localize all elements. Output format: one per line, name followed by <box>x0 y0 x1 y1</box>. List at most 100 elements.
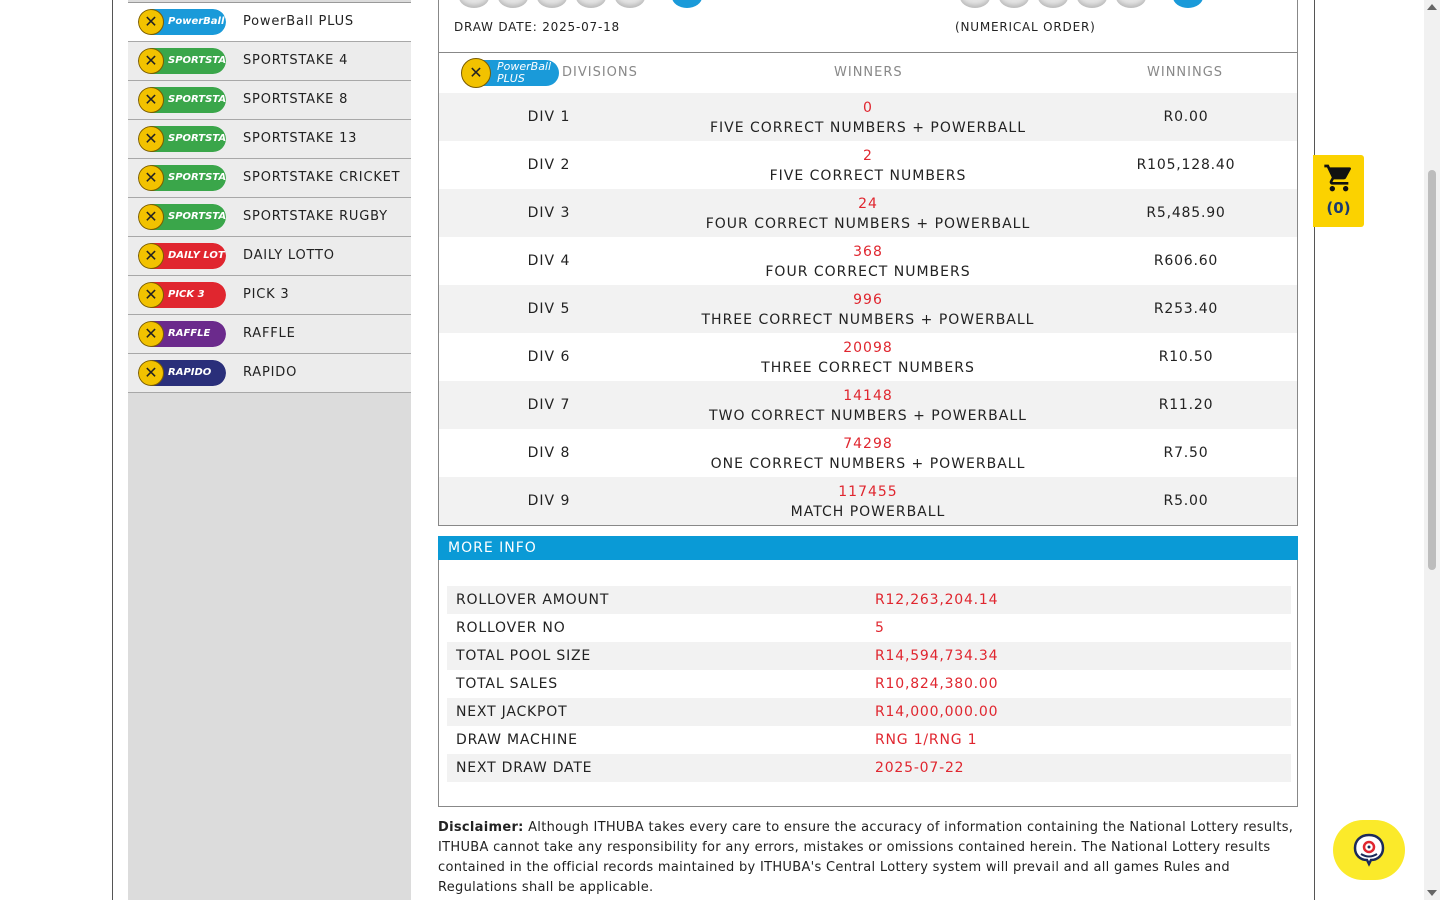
sorted-ball <box>1116 0 1146 8</box>
winner-count: 996 <box>853 292 883 308</box>
lottery-ball-icon: ✕ <box>138 165 164 191</box>
division-description: FOUR CORRECT NUMBERS + POWERBALL <box>705 216 1031 232</box>
sorted-ball <box>1038 0 1068 8</box>
division-winners: 368 FOUR CORRECT NUMBERS <box>668 242 1068 282</box>
division-winnings: R5.00 <box>1163 493 1209 509</box>
division-name: DIV 2 <box>527 157 571 173</box>
drawn-ball <box>537 0 567 8</box>
winner-count: 24 <box>858 196 878 212</box>
sidebar-item-game[interactable]: RAFFLE ✕ RAFFLE <box>128 315 411 354</box>
scroll-down-arrow-icon[interactable] <box>1427 890 1437 896</box>
page-scrollbar[interactable] <box>1424 0 1440 900</box>
lottery-ball-icon: ✕ <box>138 87 164 113</box>
division-name: DIV 8 <box>527 445 571 461</box>
cart-count: (0) <box>1326 199 1351 217</box>
info-value: 2025-07-22 <box>875 760 965 776</box>
winner-count: 0 <box>863 100 873 116</box>
game-logo: RAPIDO ✕ <box>138 360 226 386</box>
divisions-column-header: DIVISIONS <box>562 65 638 80</box>
division-description: FOUR CORRECT NUMBERS <box>765 264 971 280</box>
winner-count: 74298 <box>843 436 893 452</box>
sorted-ball <box>960 0 990 8</box>
sidebar-item-game[interactable]: RAPIDO ✕ RAPIDO <box>128 354 411 393</box>
game-logo: RAFFLE ✕ <box>138 321 226 347</box>
info-row: TOTAL SALES R10,824,380.00 <box>447 670 1291 698</box>
winner-count: 368 <box>853 244 883 260</box>
lottery-ball-icon: ✕ <box>138 9 164 35</box>
sidebar-item-label: SPORTSTAKE CRICKET <box>243 170 401 185</box>
division-winnings: R606.60 <box>1153 253 1219 269</box>
cart-button[interactable]: (0) <box>1313 155 1364 227</box>
drawn-ball <box>498 0 528 8</box>
division-winnings: R0.00 <box>1163 109 1209 125</box>
sidebar-item-label: SPORTSTAKE 8 <box>243 92 349 107</box>
divisions-header: PowerBall PLUS ✕ DIVISIONS WINNERS WINNIN… <box>439 53 1297 93</box>
winnings-column-header: WINNINGS <box>1147 65 1224 80</box>
info-value: R10,824,380.00 <box>875 676 999 692</box>
divisions-table: PowerBall PLUS ✕ DIVISIONS WINNERS WINNIN… <box>438 53 1298 526</box>
division-description: FIVE CORRECT NUMBERS + POWERBALL <box>709 120 1027 136</box>
lottery-ball-icon: ✕ <box>138 204 164 230</box>
numerical-order-label: (NUMERICAL ORDER) <box>955 20 1096 34</box>
division-winners: 117455 MATCH POWERBALL <box>668 482 1068 522</box>
scroll-up-arrow-icon[interactable] <box>1427 4 1437 10</box>
sidebar-item-label: DAILY LOTTO <box>243 248 335 263</box>
lottery-ball-icon: ✕ <box>138 126 164 152</box>
division-description: ONE CORRECT NUMBERS + POWERBALL <box>710 456 1026 472</box>
table-row: DIV 6 20098 THREE CORRECT NUMBERS R10.50 <box>439 333 1297 381</box>
division-name: DIV 6 <box>527 349 571 365</box>
division-description: TWO CORRECT NUMBERS + POWERBALL <box>709 408 1027 424</box>
sidebar-item-label: PICK 3 <box>243 287 290 302</box>
disclaimer: Disclaimer: Although ITHUBA takes every … <box>438 818 1300 898</box>
chat-button[interactable] <box>1333 820 1405 880</box>
sidebar-item-game[interactable]: SPORTSTAKE CRICKET✕ SPORTSTAKE CRICKET <box>128 159 411 198</box>
division-winnings: R10.50 <box>1158 349 1214 365</box>
powerball-plus-logo: PowerBall PLUS ✕ <box>461 58 559 88</box>
game-logo: PowerBall PLUS✕ <box>138 9 226 35</box>
disclaimer-label: Disclaimer: <box>438 820 524 835</box>
division-name: DIV 1 <box>527 109 571 125</box>
sidebar-item-game[interactable]: DAILY LOTTO✕ DAILY LOTTO <box>128 237 411 276</box>
game-logo: SPORTSTAKE 8✕ <box>138 87 226 113</box>
draw-date: DRAW DATE: 2025-07-18 <box>454 20 620 34</box>
game-sidebar: PowerBall PLUS✕ PowerBall PLUS SPORTSTAKE … <box>128 0 411 900</box>
sidebar-item-game[interactable]: SPORTSTAKE 8✕ SPORTSTAKE 8 <box>128 81 411 120</box>
game-logo: SPORTSTAKE 13✕ <box>138 126 226 152</box>
table-row: DIV 9 117455 MATCH POWERBALL R5.00 <box>439 477 1297 525</box>
sidebar-item-game[interactable]: SPORTSTAKE 4✕ SPORTSTAKE 4 <box>128 42 411 81</box>
division-winners: 20098 THREE CORRECT NUMBERS <box>668 338 1068 378</box>
drawn-ball <box>576 0 606 8</box>
info-label: TOTAL POOL SIZE <box>456 648 592 664</box>
sorted-ball <box>999 0 1029 8</box>
info-row: DRAW MACHINE RNG 1/RNG 1 <box>447 726 1291 754</box>
lottery-ball-icon: ✕ <box>138 321 164 347</box>
sidebar-item-game[interactable]: SPORTSTAKE RUGBY✕ SPORTSTAKE RUGBY <box>128 198 411 237</box>
table-row: DIV 2 2 FIVE CORRECT NUMBERS R105,128.40 <box>439 141 1297 189</box>
sidebar-item-game[interactable]: PICK 3 ✕ PICK 3 <box>128 276 411 315</box>
sidebar-item-game[interactable]: SPORTSTAKE 13✕ SPORTSTAKE 13 <box>128 120 411 159</box>
scroll-thumb[interactable] <box>1428 170 1436 570</box>
lottery-ball-icon: ✕ <box>138 360 164 386</box>
sorted-powerball <box>1173 0 1203 8</box>
table-row: DIV 5 996 THREE CORRECT NUMBERS + POWERBAL… <box>439 285 1297 333</box>
info-value: R14,594,734.34 <box>875 648 999 664</box>
division-winnings: R7.50 <box>1163 445 1209 461</box>
sidebar-item-label: SPORTSTAKE 13 <box>243 131 358 146</box>
division-winnings: R253.40 <box>1153 301 1219 317</box>
sidebar-item-label: RAFFLE <box>243 326 296 341</box>
more-info-header: MORE INFO <box>438 536 1298 560</box>
division-name: DIV 3 <box>527 205 571 221</box>
division-description: THREE CORRECT NUMBERS + POWERBALL <box>701 312 1035 328</box>
sorted-ball <box>1077 0 1107 8</box>
info-row: TOTAL POOL SIZE R14,594,734.34 <box>447 642 1291 670</box>
sidebar-item-game[interactable]: PowerBall PLUS✕ PowerBall PLUS <box>128 3 411 42</box>
division-description: THREE CORRECT NUMBERS <box>761 360 975 376</box>
table-row: DIV 7 14148 TWO CORRECT NUMBERS + POWERBAL… <box>439 381 1297 429</box>
sidebar-item-label: RAPIDO <box>243 365 298 380</box>
info-label: NEXT DRAW DATE <box>456 760 593 776</box>
division-description: FIVE CORRECT NUMBERS <box>769 168 967 184</box>
game-logo: DAILY LOTTO✕ <box>138 243 226 269</box>
division-winners: 996 THREE CORRECT NUMBERS + POWERBALL <box>668 290 1068 330</box>
info-label: TOTAL SALES <box>456 676 558 692</box>
division-name: DIV 9 <box>527 493 571 509</box>
